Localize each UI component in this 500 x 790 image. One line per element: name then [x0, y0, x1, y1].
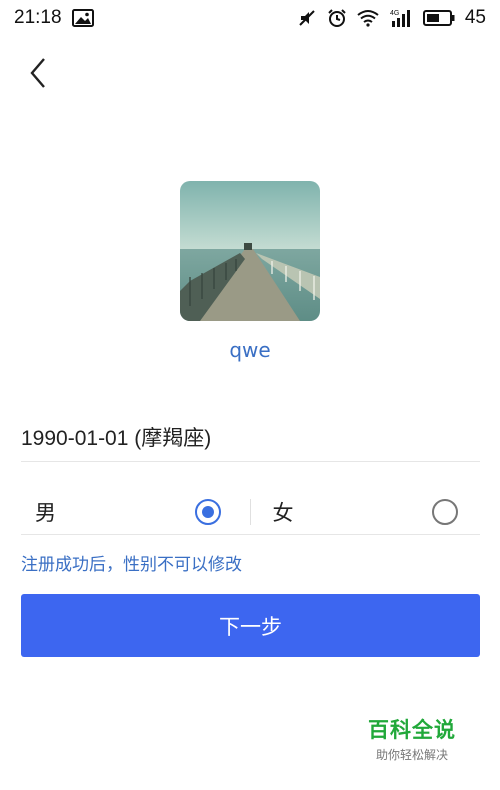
back-button[interactable]: [20, 52, 56, 94]
image-icon: [71, 9, 94, 27]
gender-option-male[interactable]: 男: [21, 489, 250, 534]
status-bar: 21:18 4G 45: [0, 0, 500, 36]
username: qwe: [229, 338, 271, 362]
radio-female[interactable]: [432, 498, 458, 525]
gender-selector: 男 女: [21, 489, 480, 535]
alarm-icon: [327, 8, 347, 28]
battery-level: 45: [464, 7, 486, 28]
watermark-title: 百科全说: [368, 718, 456, 742]
chevron-left-icon: [30, 58, 45, 88]
svg-text:4G: 4G: [390, 10, 399, 17]
gender-hint: 注册成功后，性别不可以修改: [21, 555, 242, 575]
wifi-icon: [357, 9, 379, 27]
watermark-subtitle: 助你轻松解决: [375, 748, 448, 762]
gender-option-female[interactable]: 女: [251, 489, 481, 534]
signal-icon: 4G: [389, 8, 413, 28]
avatar[interactable]: [180, 181, 320, 321]
birthday-value: 1990-01-01 (摩羯座): [21, 426, 212, 450]
birthday-field[interactable]: 1990-01-01 (摩羯座): [21, 412, 480, 462]
next-button[interactable]: 下一步: [21, 594, 480, 657]
watermark: 百科全说 助你轻松解决: [362, 714, 462, 763]
gender-label-female: 女: [272, 500, 294, 525]
radio-male-checked[interactable]: [194, 498, 221, 525]
status-time: 21:18: [14, 7, 62, 28]
gender-label-male: 男: [35, 500, 56, 525]
mute-icon: [297, 8, 317, 28]
battery-icon: [422, 9, 455, 27]
